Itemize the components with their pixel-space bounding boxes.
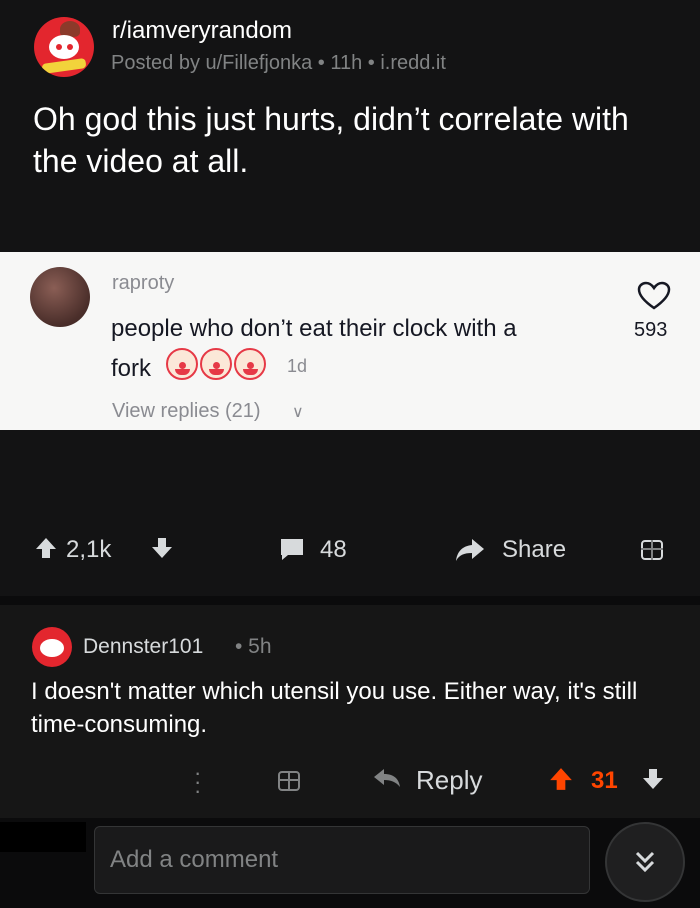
post-score: 2,1k: [66, 536, 112, 563]
reply-arrow-icon: [374, 769, 400, 787]
comment-author-avatar[interactable]: [32, 627, 72, 667]
embedded-comment-time: 1d: [287, 356, 308, 376]
snoo-face: [49, 35, 79, 59]
emoji-row: [166, 346, 266, 382]
clown-face-icon: [234, 348, 266, 380]
downvote-arrow-icon: [643, 769, 663, 789]
subreddit-avatar[interactable]: [34, 17, 94, 77]
heart-icon: [637, 281, 671, 310]
comment-text: I doesn't matter which utensil you use. …: [31, 678, 638, 738]
comment-upvote-button[interactable]: [548, 766, 574, 792]
subreddit-name[interactable]: r/iamveryrandom: [112, 17, 292, 45]
comment-downvote-button[interactable]: [641, 767, 665, 791]
embedded-like-count: 593: [634, 319, 668, 341]
post-meta: Posted by u/Fillefjonka • 11h • i.redd.i…: [111, 52, 446, 74]
clown-face-icon: [200, 348, 232, 380]
double-chevron-down-icon: [635, 851, 655, 873]
post-footer: [0, 430, 700, 596]
clown-face-icon: [166, 348, 198, 380]
jump-to-next-button[interactable]: [605, 822, 685, 902]
post-title: Oh god this just hurts, didn’t correlate…: [33, 101, 629, 179]
share-button[interactable]: Share: [454, 536, 566, 564]
comment-count: 48: [320, 536, 347, 563]
snoo-face: [40, 639, 64, 657]
more-options-icon[interactable]: · · ·: [194, 762, 201, 802]
upvote-arrow-icon: [36, 538, 56, 558]
downvote-arrow-icon: [152, 538, 172, 558]
commenter-avatar: [30, 267, 90, 327]
share-arrow-icon: [456, 539, 484, 561]
chevron-down-icon: ∨: [292, 404, 304, 421]
reply-button[interactable]: Reply: [416, 765, 482, 796]
snoo-eye: [56, 44, 62, 50]
commenter-username: raproty: [112, 272, 175, 294]
upvote-button[interactable]: [34, 536, 58, 560]
downvote-button[interactable]: [150, 536, 174, 560]
comment-time: • 5h: [235, 635, 272, 658]
comment-score: 31: [591, 767, 618, 794]
black-tab-block: [0, 822, 86, 852]
post-header: [0, 0, 700, 92]
upvote-arrow-icon: [550, 768, 572, 790]
reply-icon-button[interactable]: [372, 767, 402, 789]
comment-bubble-icon: [281, 539, 303, 560]
award-gift-icon[interactable]: [641, 540, 663, 560]
snoo-eye: [67, 44, 73, 50]
comments-button[interactable]: [278, 536, 306, 562]
comment-author[interactable]: Dennster101: [83, 635, 203, 659]
view-replies-label: View replies (21): [112, 400, 261, 422]
banner-ribbon: [41, 57, 87, 75]
add-comment-input[interactable]: [94, 826, 590, 894]
share-label: Share: [502, 536, 567, 563]
award-gift-icon[interactable]: [278, 771, 300, 791]
embedded-comment-line-1: people who don’t eat their clock with a: [111, 315, 517, 342]
